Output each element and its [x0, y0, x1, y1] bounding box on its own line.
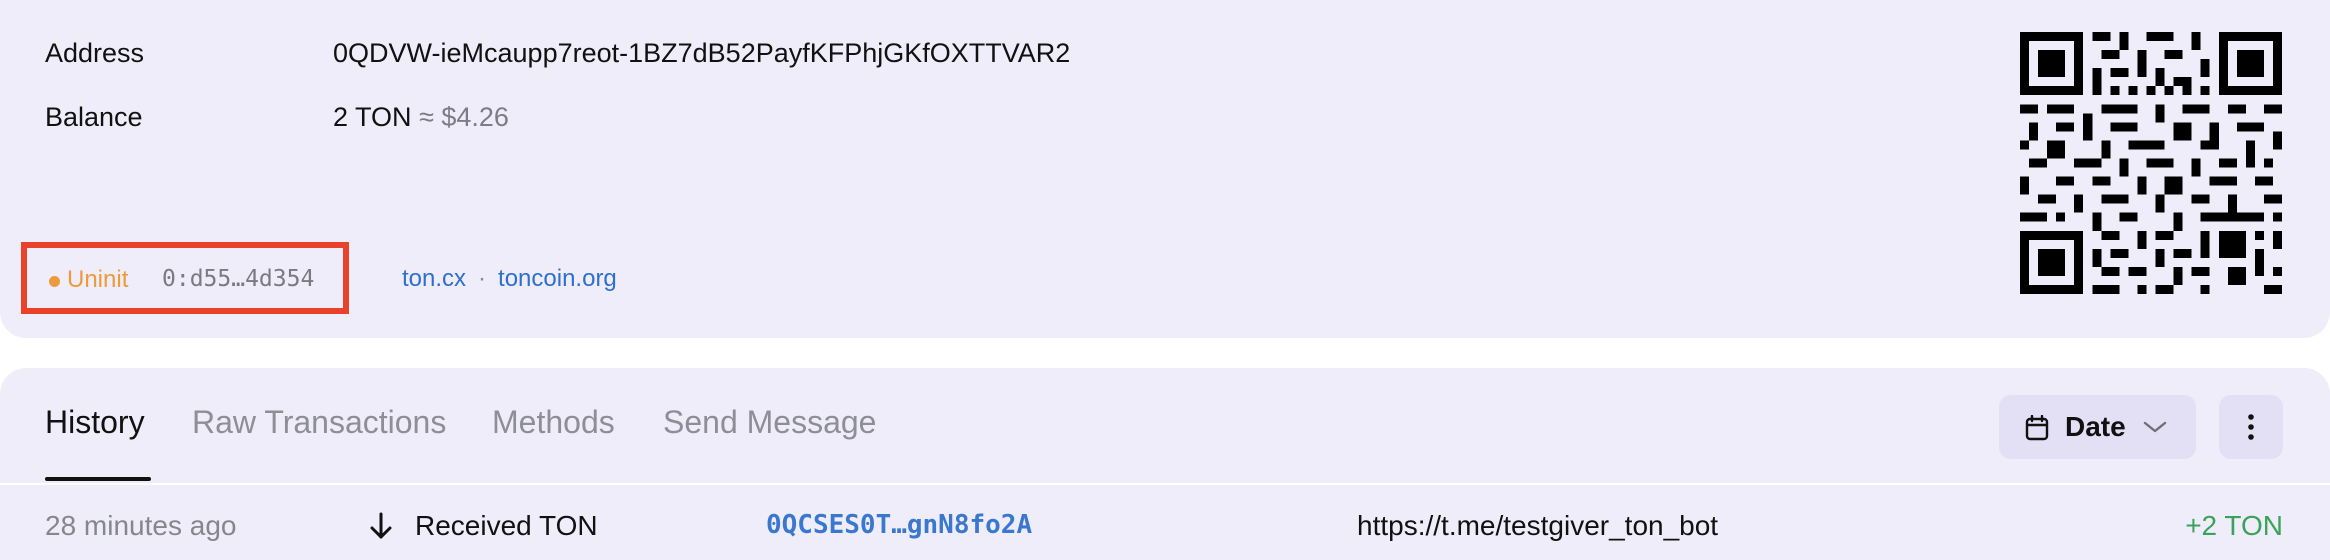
link-separator: ·: [478, 265, 487, 292]
tab-methods[interactable]: Methods: [492, 404, 615, 441]
address-label: Address: [45, 38, 145, 68]
chevron-down-icon: [2143, 421, 2167, 433]
account-status: Uninit: [67, 266, 129, 293]
status-highlight-box: Uninit 0:d55…4d354: [21, 242, 349, 314]
explorer-links: ton.cx · toncoin.org: [402, 265, 617, 293]
address-value[interactable]: 0QDVW-ieMcaupp7reot-1BZ7dB52PayfKFPhjGKf…: [333, 38, 1070, 69]
tx-address-link[interactable]: 0QCSES0T…gnN8fo2A: [766, 510, 1032, 540]
balance-value: 2 TON: [333, 102, 412, 132]
calendar-icon: [2025, 415, 2049, 441]
tx-amount: +2 TON: [2185, 510, 2283, 541]
date-filter-button[interactable]: Date: [1999, 395, 2196, 459]
more-options-button[interactable]: [2219, 395, 2283, 459]
more-vertical-icon: [2248, 414, 2254, 440]
raw-address[interactable]: 0:d55…4d354: [162, 266, 314, 292]
active-tab-indicator: [45, 477, 151, 481]
status-dot-icon: [49, 276, 60, 287]
tx-time: 28 minutes ago: [45, 510, 237, 541]
balance-fiat: ≈ $4.26: [419, 102, 509, 132]
balance-value-group: 2 TON ≈ $4.26: [333, 102, 509, 133]
tab-send-message[interactable]: Send Message: [663, 404, 876, 441]
tab-history[interactable]: History: [45, 404, 145, 441]
link-toncoin-org[interactable]: toncoin.org: [498, 265, 617, 292]
link-ton-cx[interactable]: ton.cx: [402, 265, 466, 292]
transaction-row[interactable]: 28 minutes ago Received TON 0QCSES0T…gnN…: [0, 485, 2330, 560]
date-filter-label: Date: [2065, 411, 2126, 442]
arrow-down-icon: [370, 512, 392, 539]
tab-raw-transactions[interactable]: Raw Transactions: [192, 404, 446, 441]
tx-comment: https://t.me/testgiver_ton_bot: [1357, 510, 1719, 541]
balance-label: Balance: [45, 102, 143, 132]
tx-type: Received TON: [415, 510, 598, 541]
account-card: Address 0QDVW-ieMcaupp7reot-1BZ7dB52Payf…: [0, 0, 2330, 338]
qr-code-icon[interactable]: [2020, 32, 2282, 294]
